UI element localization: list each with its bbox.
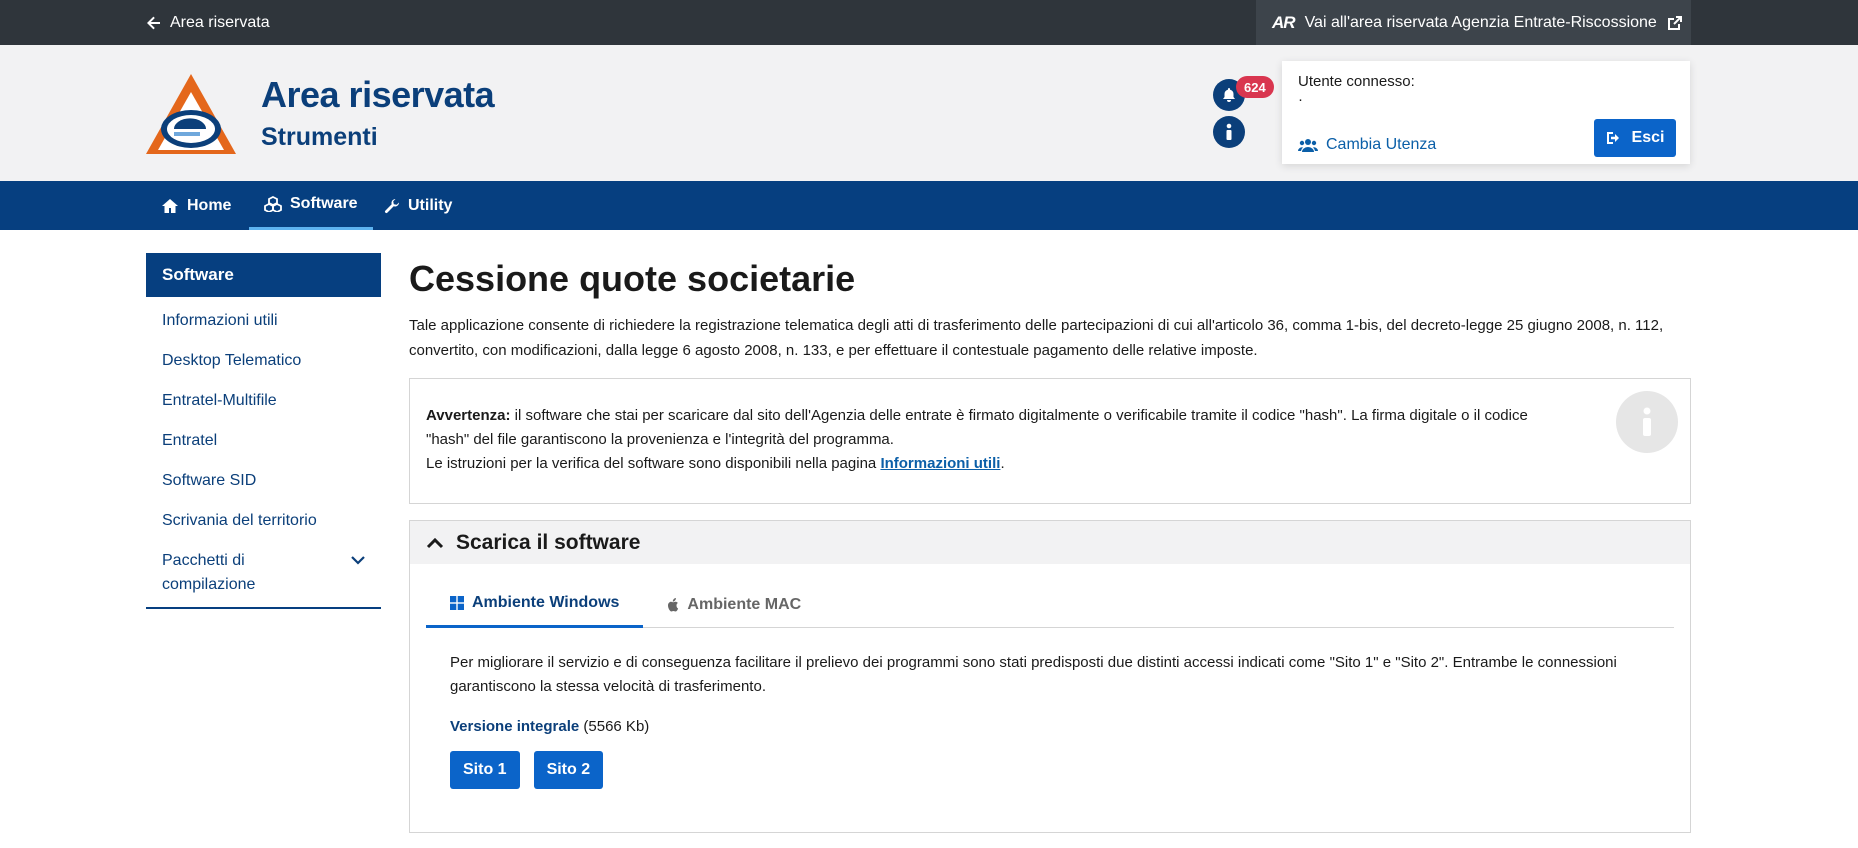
nav-item-home[interactable]: Home (146, 181, 246, 230)
main-content: Cessione quote societarie Tale applicazi… (409, 253, 1691, 833)
alert-end: . (1000, 455, 1005, 472)
site-buttons: Sito 1 Sito 2 (450, 751, 1640, 789)
download-header-label: Scarica il software (456, 530, 641, 554)
sidebar-item-scrivania-territorio[interactable]: Scrivania del territorio (146, 501, 381, 541)
main-nav: Home Software Utility (0, 181, 1858, 230)
user-extra-text: · (1298, 91, 1303, 108)
page-title: Cessione quote societarie (409, 258, 856, 299)
nav-item-software-label: Software (290, 195, 358, 212)
site-1-button[interactable]: Sito 1 (450, 751, 520, 789)
ader-link-label: Vai all'area riservata Agenzia Entrate-R… (1304, 13, 1657, 31)
back-to-area-riservata-link[interactable]: Area riservata (146, 0, 270, 45)
sidebar-item-pacchetti-label: Pacchetti di compilazione (162, 552, 256, 593)
warning-alert: Avvertenza: il software che stai per sca… (409, 378, 1691, 504)
nav-item-software[interactable]: Software (249, 181, 373, 230)
sidebar-item-entratel[interactable]: Entratel (146, 421, 381, 461)
download-body: Per migliorare il servizio e di consegue… (450, 651, 1640, 789)
ader-link[interactable]: AR Vai all'area riservata Agenzia Entrat… (1256, 0, 1691, 45)
tab-mac[interactable]: Ambiente MAC (643, 581, 825, 628)
external-link-icon (1667, 15, 1682, 30)
nav-item-utility[interactable]: Utility (369, 181, 467, 230)
top-bar: Area riservata AR Vai all'area riservata… (0, 0, 1858, 45)
version-line: Versione integrale (5566 Kb) (450, 715, 1640, 739)
apple-icon (668, 597, 679, 611)
tab-windows-label: Ambiente Windows (472, 594, 620, 611)
chevron-down-icon[interactable] (351, 555, 365, 565)
sidebar-item-pacchetti-compilazione[interactable]: Pacchetti di compilazione (146, 541, 381, 609)
sidebar-header[interactable]: Software (146, 253, 381, 297)
alert-strong: Avvertenza: (426, 407, 511, 424)
info-circle-icon (1616, 391, 1678, 453)
site-header: Area riservata Strumenti 624 Utente conn… (0, 45, 1858, 181)
sign-out-icon (1606, 132, 1619, 144)
download-description: Per migliorare il servizio e di consegue… (450, 654, 1617, 695)
alert-text: il software che stai per scaricare dal s… (426, 407, 1528, 448)
version-integrale-link[interactable]: Versione integrale (450, 718, 579, 735)
nav-item-home-label: Home (187, 196, 232, 214)
info-icon (1226, 123, 1232, 140)
logout-label: Esci (1631, 129, 1665, 146)
intro-text: Tale applicazione consente di richiedere… (409, 317, 1664, 359)
back-link-label: Area riservata (170, 13, 270, 31)
sidebar-item-desktop-telematico[interactable]: Desktop Telematico (146, 341, 381, 381)
alert-line2: Le istruzioni per la verifica del softwa… (426, 455, 881, 472)
users-icon (1298, 139, 1318, 152)
tab-mac-label: Ambiente MAC (687, 595, 802, 613)
windows-icon (450, 596, 464, 610)
brand-subtitle: Strumenti (261, 123, 378, 151)
download-accordion-header[interactable]: Scarica il software (410, 521, 1690, 564)
bell-icon (1223, 88, 1235, 102)
logout-button[interactable]: Esci (1594, 119, 1676, 157)
switch-user-link[interactable]: Cambia Utenza (1298, 136, 1436, 154)
sidebar: Software Informazioni utili Desktop Tele… (146, 253, 381, 609)
switch-user-label: Cambia Utenza (1326, 136, 1437, 153)
cubes-icon (264, 196, 282, 212)
home-icon (162, 198, 178, 213)
notifications-count-badge: 624 (1236, 76, 1274, 98)
user-connected-label: Utente connesso: (1298, 73, 1415, 90)
wrench-icon (384, 198, 400, 213)
sidebar-item-software-sid[interactable]: Software SID (146, 461, 381, 501)
version-size: (5566 Kb) (579, 718, 650, 735)
os-tabs: Ambiente Windows Ambiente MAC (426, 581, 1674, 628)
tab-windows[interactable]: Ambiente Windows (426, 581, 644, 628)
download-accordion: Scarica il software Ambiente Windows Amb… (409, 520, 1691, 833)
user-panel: Utente connesso: · Cambia Utenza Esci (1282, 61, 1690, 164)
chevron-up-icon (426, 537, 444, 548)
brand-title: Area riservata (261, 74, 495, 115)
ader-logo: AR (1272, 12, 1296, 32)
site-2-button[interactable]: Sito 2 (533, 751, 604, 789)
info-button[interactable] (1213, 116, 1245, 148)
sidebar-item-entratel-multifile[interactable]: Entratel-Multifile (146, 381, 381, 421)
sidebar-item-informazioni-utili[interactable]: Informazioni utili (146, 301, 381, 341)
nav-item-utility-label: Utility (408, 196, 453, 214)
informazioni-utili-link[interactable]: Informazioni utili (880, 455, 1000, 472)
agenzia-entrate-logo[interactable] (146, 74, 236, 154)
arrow-left-icon (147, 16, 160, 29)
